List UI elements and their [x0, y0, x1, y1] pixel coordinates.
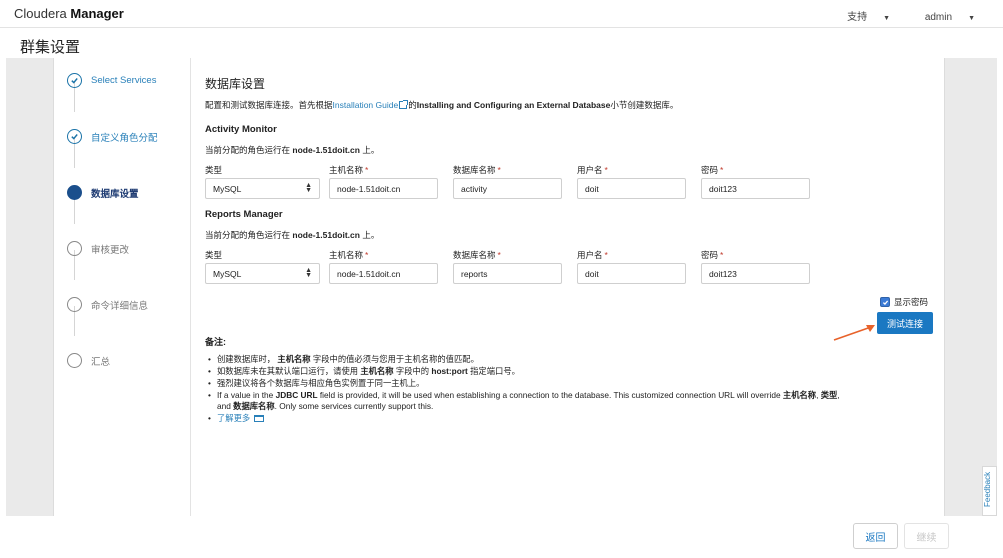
step-role-assignment[interactable]: 自定义角色分配 [67, 129, 158, 144]
activity-monitor-title: Activity Monitor [205, 124, 277, 135]
window-icon [254, 415, 265, 422]
reports-password-input[interactable]: doit123 [701, 263, 810, 284]
empty-circle-icon [67, 241, 82, 256]
host-label: 主机名称 * [329, 250, 369, 260]
list-item: If a value in the JDBC URL field is prov… [208, 390, 937, 412]
top-nav: 支持 ▼ admin ▼ [815, 8, 975, 23]
step-summary: 汇总 [67, 353, 110, 368]
annotation-arrow-icon [833, 325, 875, 341]
activity-password-input[interactable]: doit123 [701, 178, 810, 199]
list-item: 强烈建议将各个数据库与相应角色实例置于同一主机上。 [208, 378, 937, 389]
external-link-icon [399, 100, 409, 109]
activity-monitor-host-note: 当前分配的角色运行在 node-1.51doit.cn 上。 [205, 144, 379, 156]
back-button[interactable]: 返回 [853, 523, 898, 549]
caret-down-icon: ▼ [883, 15, 891, 22]
note-host: node-1.51doit.cn [292, 230, 360, 240]
step-review-changes: 审核更改 [67, 241, 129, 256]
caret-down-icon: ▼ [968, 15, 975, 22]
activity-type-select[interactable]: MySQL ▲ ▼ [205, 178, 320, 199]
select-value: MySQL [213, 184, 242, 194]
desc-text: 小节创建数据库。 [610, 100, 679, 110]
select-arrows-icon: ▲ ▼ [305, 182, 312, 194]
empty-circle-icon [67, 353, 82, 368]
note-host: node-1.51doit.cn [292, 145, 360, 155]
check-icon [67, 73, 82, 88]
user-menu[interactable]: admin ▼ [909, 12, 975, 23]
username-label: 用户名 * [577, 165, 608, 175]
learn-more-link[interactable]: 了解更多 [217, 413, 250, 423]
host-label: 主机名称 * [329, 165, 369, 175]
note-text: 上。 [362, 230, 380, 240]
continue-button: 继续 [904, 523, 949, 549]
filled-circle-icon [67, 185, 82, 200]
dbname-label: 数据库名称 * [453, 165, 501, 175]
test-connection-button[interactable]: 测试连接 [877, 312, 933, 334]
activity-host-input[interactable]: node-1.51doit.cn [329, 178, 438, 199]
top-bar: Cloudera Manager 支持 ▼ admin ▼ [0, 0, 1003, 28]
notes-list: 创建数据库时， 主机名称 字段中的值必须与您用于主机名称的值匹配。 如数据库未在… [208, 354, 937, 425]
select-arrows-icon: ▲ ▼ [305, 267, 312, 279]
password-label: 密码 * [701, 165, 724, 175]
desc-bold: Installing and Configuring an External D… [416, 100, 611, 110]
step-label: 命令详细信息 [91, 300, 149, 312]
desc-text: 配置和测试数据库连接。首先根据 [205, 100, 333, 110]
step-label: 数据库设置 [91, 188, 139, 200]
activity-username-input[interactable]: doit [577, 178, 686, 199]
section-description: 配置和测试数据库连接。首先根据Installation Guide 的Instal… [205, 99, 678, 111]
note-text: 上。 [362, 145, 380, 155]
check-icon [67, 129, 82, 144]
select-value: MySQL [213, 269, 242, 279]
user-label: admin [924, 12, 953, 23]
type-label: 类型 [205, 250, 223, 260]
page-title: 群集设置 [20, 39, 81, 56]
step-command-details: 命令详细信息 [67, 297, 148, 312]
step-database-setup[interactable]: 数据库设置 [67, 185, 139, 200]
section-heading: 数据库设置 [205, 77, 266, 91]
dbname-label: 数据库名称 * [453, 250, 501, 260]
reports-dbname-input[interactable]: reports [453, 263, 562, 284]
note-text: 当前分配的角色运行在 [205, 230, 291, 240]
step-label: 自定义角色分配 [91, 132, 158, 144]
type-label: 类型 [205, 165, 223, 175]
feedback-tab[interactable]: Feedback [982, 466, 997, 516]
step-select-services[interactable]: Select Services [67, 73, 156, 88]
brand-name-bold: Manager [70, 6, 124, 21]
list-item: 了解更多 [208, 413, 937, 424]
support-menu[interactable]: 支持 ▼ [831, 12, 890, 23]
note-text: 当前分配的角色运行在 [205, 145, 291, 155]
step-label: 审核更改 [91, 244, 130, 256]
reports-type-select[interactable]: MySQL ▲ ▼ [205, 263, 320, 284]
notes-title: 备注: [205, 337, 227, 347]
list-item: 创建数据库时， 主机名称 字段中的值必须与您用于主机名称的值匹配。 [208, 354, 937, 365]
brand-name-light: Cloudera [14, 6, 67, 21]
reports-manager-host-note: 当前分配的角色运行在 node-1.51doit.cn 上。 [205, 229, 379, 241]
list-item: 如数据库未在其默认端口运行，请使用 主机名称 字段中的 host:port 指定… [208, 366, 937, 377]
installation-guide-link[interactable]: Installation Guide [333, 100, 399, 110]
step-label: Select Services [91, 75, 157, 86]
show-password-label: 显示密码 [894, 297, 929, 307]
step-label: 汇总 [91, 356, 111, 368]
username-label: 用户名 * [577, 250, 608, 260]
checkbox-checked-icon[interactable] [880, 297, 890, 307]
support-label: 支持 [847, 12, 868, 23]
reports-manager-title: Reports Manager [205, 209, 283, 220]
show-password-toggle[interactable]: 显示密码 [880, 296, 928, 308]
password-label: 密码 * [701, 250, 724, 260]
reports-username-input[interactable]: doit [577, 263, 686, 284]
empty-circle-icon [67, 297, 82, 312]
desc-text: 的 [408, 100, 417, 110]
reports-host-input[interactable]: node-1.51doit.cn [329, 263, 438, 284]
brand-logo[interactable]: Cloudera Manager [14, 6, 124, 21]
activity-dbname-input[interactable]: activity [453, 178, 562, 199]
wizard-steps: Select Services 自定义角色分配 数据库设置 审核更改 命令详细信… [53, 58, 191, 516]
